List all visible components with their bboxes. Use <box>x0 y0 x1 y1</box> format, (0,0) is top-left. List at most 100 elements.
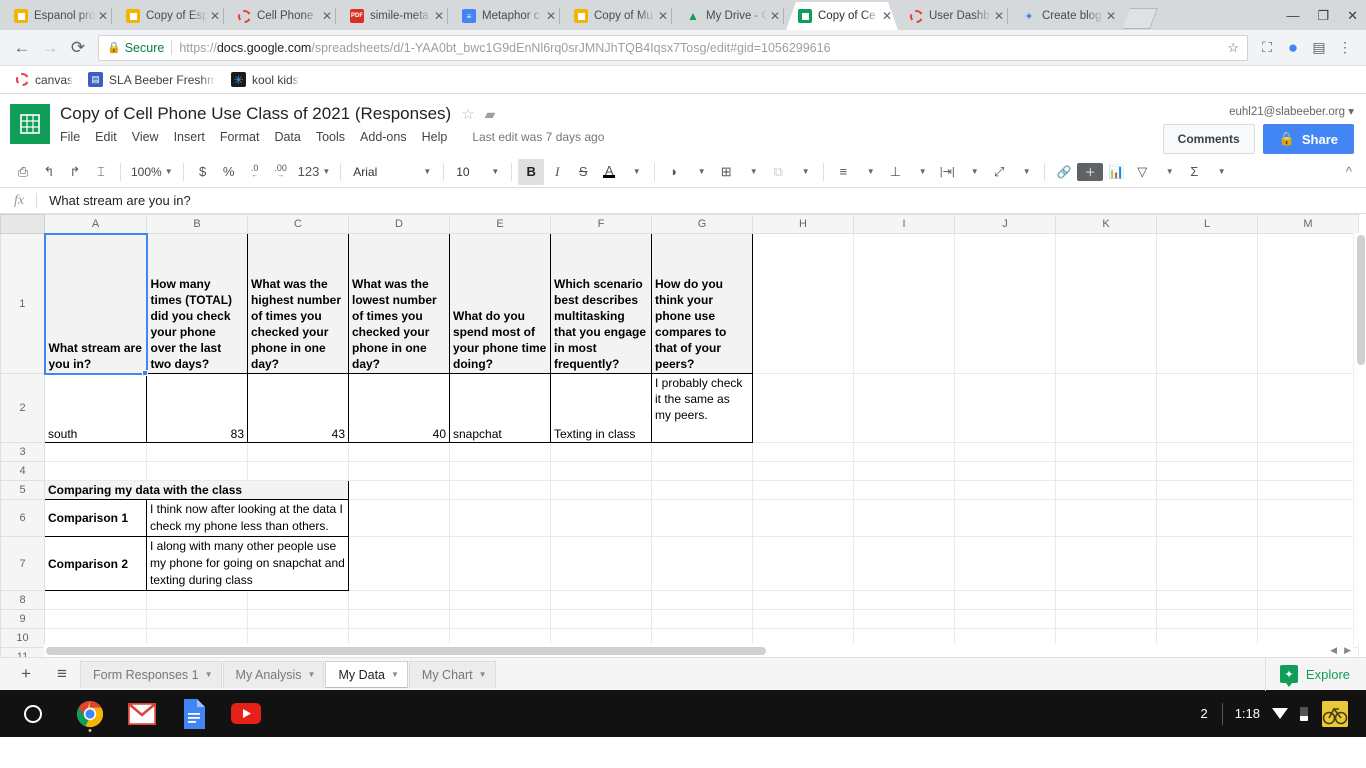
cell-a8[interactable] <box>45 591 147 610</box>
cell-j2[interactable] <box>955 374 1056 443</box>
menu-file[interactable]: File <box>60 130 80 144</box>
filter-icon[interactable]: ▽ <box>1129 159 1155 185</box>
spreadsheet-grid[interactable]: A B C D E F G H I J K L M 1 What stream … <box>0 214 1366 657</box>
cell-h7[interactable] <box>753 537 854 591</box>
cell-f8[interactable] <box>551 591 652 610</box>
cell-b7[interactable]: I along with many other people use my ph… <box>147 537 349 591</box>
strikethrough-button[interactable]: S <box>570 159 596 185</box>
chevron-down-icon[interactable]: ▼ <box>1155 159 1181 185</box>
font-selector[interactable]: Arial▼ <box>347 165 437 179</box>
cell-h4[interactable] <box>753 462 854 481</box>
cell-k3[interactable] <box>1056 443 1157 462</box>
chevron-down-icon[interactable]: ▼ <box>856 159 882 185</box>
close-icon[interactable]: ✕ <box>432 9 446 23</box>
chevron-down-icon[interactable]: ▼ <box>791 159 817 185</box>
cell-h5[interactable] <box>753 481 854 500</box>
cell-e1[interactable]: What do you spend most of your phone tim… <box>450 234 551 374</box>
cell-m2[interactable] <box>1258 374 1359 443</box>
cell-d9[interactable] <box>349 610 450 629</box>
cell-m4[interactable] <box>1258 462 1359 481</box>
menu-addons[interactable]: Add-ons <box>360 130 407 144</box>
cell-d8[interactable] <box>349 591 450 610</box>
cell-e7[interactable] <box>450 537 551 591</box>
cell-l4[interactable] <box>1157 462 1258 481</box>
cell-i7[interactable] <box>854 537 955 591</box>
column-header-h[interactable]: H <box>753 215 854 234</box>
profile-icon[interactable]: ● <box>1280 35 1306 61</box>
cell-j4[interactable] <box>955 462 1056 481</box>
cell-b3[interactable] <box>147 443 248 462</box>
row-header-6[interactable]: 6 <box>1 500 45 537</box>
chevron-down-icon[interactable]: ▼ <box>960 159 986 185</box>
vertical-align-button[interactable]: ⊥ <box>882 159 908 185</box>
menu-data[interactable]: Data <box>274 130 300 144</box>
cell-m9[interactable] <box>1258 610 1359 629</box>
sheet-tab-my-analysis[interactable]: My Analysis ▼ <box>223 661 325 688</box>
add-sheet-button[interactable]: + <box>8 658 44 691</box>
column-header-g[interactable]: G <box>652 215 753 234</box>
row-header-9[interactable]: 9 <box>1 610 45 629</box>
chevron-down-icon[interactable]: ▼ <box>908 159 934 185</box>
cell-l8[interactable] <box>1157 591 1258 610</box>
horizontal-align-button[interactable]: ≡ <box>830 159 856 185</box>
menu-edit[interactable]: Edit <box>95 130 117 144</box>
function-icon[interactable]: fx <box>14 193 24 209</box>
horizontal-scrollbar[interactable]: ◀ ▶ <box>44 644 1353 657</box>
cell-j3[interactable] <box>955 443 1056 462</box>
browser-tab-6[interactable]: ▲ My Drive - G ✕ <box>674 2 786 30</box>
print-icon[interactable]: ⎙ <box>10 159 36 185</box>
close-icon[interactable]: ✕ <box>992 9 1006 23</box>
cell-c1[interactable]: What was the highest number of times you… <box>248 234 349 374</box>
cell-l1[interactable] <box>1157 234 1258 374</box>
insert-comment-icon[interactable]: ＋ <box>1077 163 1103 181</box>
bookmark-canvas[interactable]: canvas <box>10 71 79 89</box>
column-header-b[interactable]: B <box>147 215 248 234</box>
text-color-button[interactable]: A <box>596 159 622 185</box>
scroll-right-icon[interactable]: ▶ <box>1344 645 1351 656</box>
insert-chart-icon[interactable]: 📊 <box>1103 159 1129 185</box>
explore-button[interactable]: ✦ Explore <box>1265 658 1366 691</box>
sheet-tab-form-responses-1[interactable]: Form Responses 1 ▼ <box>80 661 222 688</box>
cell-f5[interactable] <box>551 481 652 500</box>
cell-l3[interactable] <box>1157 443 1258 462</box>
cell-h8[interactable] <box>753 591 854 610</box>
merge-cells-button[interactable]: ⧉ <box>765 159 791 185</box>
cell-h2[interactable] <box>753 374 854 443</box>
reload-icon[interactable]: ⟳ <box>64 34 92 62</box>
cell-e8[interactable] <box>450 591 551 610</box>
column-header-d[interactable]: D <box>349 215 450 234</box>
cell-a2[interactable]: south <box>45 374 147 443</box>
cell-e5[interactable] <box>450 481 551 500</box>
cell-k4[interactable] <box>1056 462 1157 481</box>
cell-i3[interactable] <box>854 443 955 462</box>
clock[interactable]: 1:18 <box>1223 706 1272 721</box>
cell-a3[interactable] <box>45 443 147 462</box>
bookmark-kool-kids[interactable]: ✳ kool kids <box>225 70 305 89</box>
sheets-logo-icon[interactable] <box>10 104 50 144</box>
back-icon[interactable]: ← <box>8 34 36 62</box>
column-header-e[interactable]: E <box>450 215 551 234</box>
cell-j6[interactable] <box>955 500 1056 537</box>
minimize-button[interactable]: — <box>1286 9 1299 22</box>
number-format-icon[interactable]: 123▼ <box>294 159 335 185</box>
insert-link-icon[interactable]: 🔗 <box>1051 159 1077 185</box>
cell-l7[interactable] <box>1157 537 1258 591</box>
currency-format-icon[interactable]: $ <box>190 159 216 185</box>
cell-a9[interactable] <box>45 610 147 629</box>
address-bar[interactable]: 🔒 Secure https://docs.google.com/spreads… <box>98 35 1248 61</box>
cell-f2[interactable]: Texting in class <box>551 374 652 443</box>
chevron-down-icon[interactable]: ▼ <box>622 159 648 185</box>
extension-icon[interactable]: ▤ <box>1306 35 1332 61</box>
cell-g3[interactable] <box>652 443 753 462</box>
redo-icon[interactable]: ↱ <box>62 159 88 185</box>
row-header-10[interactable]: 10 <box>1 629 45 648</box>
font-size-selector[interactable]: 10▼ <box>450 165 505 179</box>
close-window-button[interactable]: ✕ <box>1347 9 1358 22</box>
cell-a7[interactable]: Comparison 2 <box>45 537 147 591</box>
browser-tab-7-active[interactable]: Copy of Ce ✕ <box>786 2 898 30</box>
column-header-c[interactable]: C <box>248 215 349 234</box>
cell-k6[interactable] <box>1056 500 1157 537</box>
bookmark-sla[interactable]: ▤ SLA Beeber Freshmen <box>82 70 222 89</box>
text-rotation-button[interactable]: ⤢ <box>986 159 1012 185</box>
close-icon[interactable]: ✕ <box>544 9 558 23</box>
